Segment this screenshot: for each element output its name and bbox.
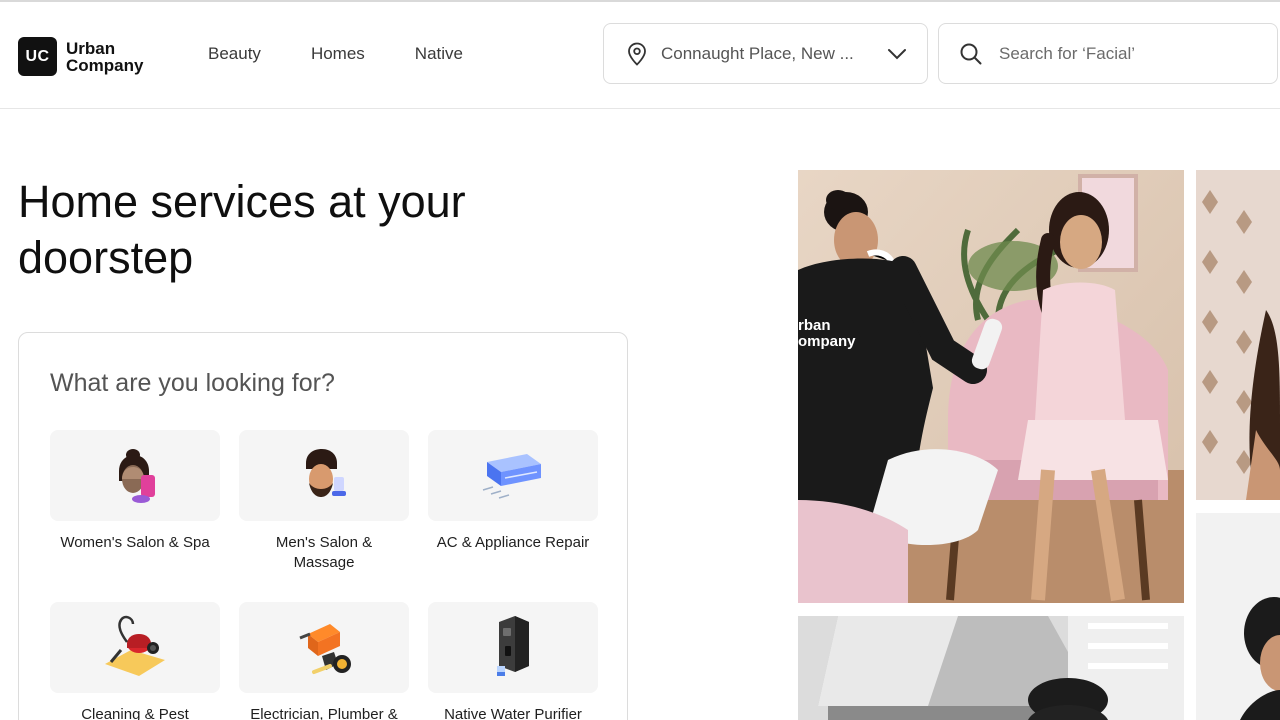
cleaning-icon bbox=[105, 615, 165, 676]
search-icon bbox=[960, 43, 982, 64]
site-header: UC Urban Company Beauty Homes Native Con… bbox=[0, 2, 1280, 109]
service-womens-salon[interactable]: Women's Salon & Spa bbox=[50, 430, 220, 553]
search-bar bbox=[938, 23, 1278, 84]
service-tile bbox=[428, 602, 598, 693]
electrician-icon bbox=[299, 623, 351, 674]
main-nav: Beauty Homes Native bbox=[208, 44, 513, 64]
hero-photo-facial: rban ompany bbox=[798, 170, 1184, 603]
logo-line-2: Company bbox=[66, 55, 144, 75]
search-input[interactable] bbox=[999, 43, 1257, 64]
service-label: Men's Salon & Massage bbox=[275, 534, 373, 571]
location-selector[interactable]: Connaught Place, New ... bbox=[603, 23, 928, 84]
service-tile bbox=[428, 430, 598, 521]
service-tile bbox=[50, 430, 220, 521]
service-ac-repair[interactable]: AC & Appliance Repair bbox=[428, 430, 598, 553]
hero-title: Home services at your doorstep bbox=[18, 176, 466, 283]
logo-badge: UC bbox=[18, 37, 57, 76]
service-tile bbox=[239, 602, 409, 693]
service-label: AC & Appliance Repair bbox=[436, 534, 590, 551]
hero-photo-kitchen bbox=[798, 616, 1184, 720]
service-tile bbox=[239, 430, 409, 521]
patterned-wall-photo bbox=[1196, 170, 1280, 500]
nav-homes[interactable]: Homes bbox=[311, 44, 365, 64]
ac-repair-icon bbox=[482, 453, 541, 499]
service-label: Cleaning & Pest bbox=[81, 706, 189, 720]
nav-beauty[interactable]: Beauty bbox=[208, 44, 261, 64]
logo-line-1: Urban bbox=[66, 38, 116, 58]
service-label: Native Water Purifier bbox=[444, 706, 582, 720]
location-text: Connaught Place, New ... bbox=[661, 43, 854, 63]
hero-photo-side-1 bbox=[1196, 170, 1280, 500]
nav-native[interactable]: Native bbox=[415, 44, 463, 64]
services-heading: What are you looking for? bbox=[50, 369, 335, 397]
brand-logo[interactable]: UC Urban Company bbox=[18, 37, 143, 76]
women-salon-icon bbox=[119, 448, 155, 503]
service-cleaning[interactable]: Cleaning & Pest bbox=[50, 602, 220, 720]
service-water-purifier[interactable]: Native Water Purifier bbox=[428, 602, 598, 720]
service-label: Electrician, Plumber & bbox=[250, 706, 398, 720]
hero-photo-side-2 bbox=[1196, 513, 1280, 720]
water-purifier-icon bbox=[497, 615, 529, 676]
location-pin-icon bbox=[628, 42, 646, 66]
facial-service-photo: rban ompany bbox=[798, 170, 1184, 603]
men-salon-icon bbox=[306, 448, 346, 497]
logo-wordmark: Urban Company bbox=[66, 40, 143, 74]
service-label: Women's Salon & Spa bbox=[60, 534, 210, 551]
person-side-photo bbox=[1196, 513, 1280, 720]
service-mens-salon[interactable]: Men's Salon & Massage bbox=[239, 430, 409, 573]
chevron-down-icon bbox=[888, 48, 906, 59]
service-electrician[interactable]: Electrician, Plumber & bbox=[239, 602, 409, 720]
service-tile bbox=[50, 602, 220, 693]
kitchen-service-photo bbox=[798, 616, 1184, 720]
services-panel: What are you looking for? Women's Salon … bbox=[18, 332, 628, 720]
